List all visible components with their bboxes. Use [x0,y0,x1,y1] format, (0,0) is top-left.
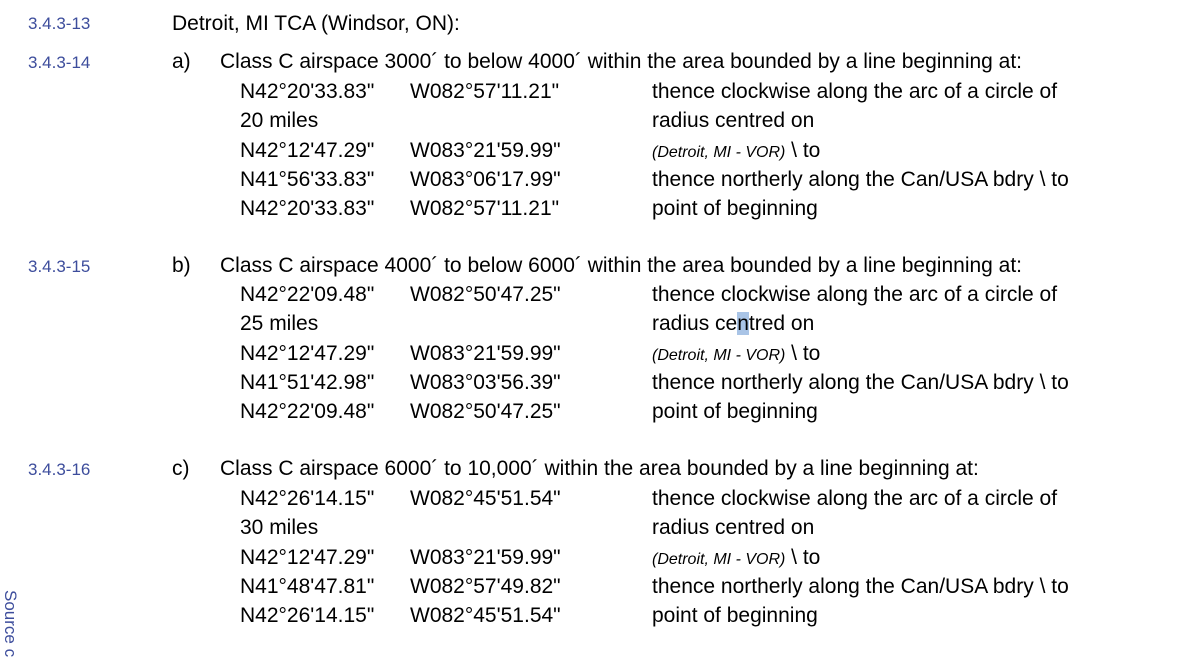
latitude[interactable]: N41°51'42.98" [240,370,374,396]
boundary-description[interactable]: point of beginning [652,196,818,222]
longitude[interactable]: W082°50'47.25" [410,399,561,425]
coordinate-row: N42°12'47.29" W083°21'59.99" (Detroit, M… [0,341,1188,370]
list-marker: a) [172,50,191,73]
desc-text: tred on [748,312,815,335]
coordinate-row: N42°22'09.48" W082°50'47.25" thence cloc… [0,282,1188,311]
longitude[interactable]: W082°45'51.54" [410,486,561,512]
longitude[interactable]: W082°50'47.25" [410,282,561,308]
latitude[interactable]: N42°22'09.48" [240,282,374,308]
airspace-title[interactable]: Class C airspace 4000´ to below 6000´ wi… [220,253,1022,279]
coordinate-row: N42°20'33.83" W082°57'11.21" point of be… [0,196,1188,225]
coordinate-row: 30 miles radius centred on [0,515,1188,544]
vor-reference: (Detroit, MI - VOR) [652,551,786,568]
longitude[interactable]: W082°45'51.54" [410,603,561,629]
section-number: 3.4.3-16 [28,460,91,479]
boundary-description[interactable]: point of beginning [652,603,818,629]
longitude[interactable]: W083°21'59.99" [410,545,561,571]
longitude[interactable]: W082°57'11.21" [410,196,559,222]
longitude[interactable]: W083°21'59.99" [410,138,561,164]
desc-text: radius ce [652,312,738,335]
boundary-description[interactable]: thence clockwise along the arc of a circ… [652,282,1057,308]
coordinate-row: N42°12'47.29" W083°21'59.99" (Detroit, M… [0,138,1188,167]
list-marker: b) [172,254,191,277]
boundary-description[interactable]: radius centred on [652,515,814,541]
airspace-title[interactable]: Class C airspace 6000´ to 10,000´ within… [220,456,979,482]
coordinate-row: 20 miles radius centred on [0,108,1188,137]
boundary-description[interactable]: thence clockwise along the arc of a circ… [652,486,1057,512]
coordinate-row: N41°48'47.81" W082°57'49.82" thence nort… [0,574,1188,603]
section-number: 3.4.3-14 [28,53,91,72]
coordinate-row: N41°56'33.83" W083°06'17.99" thence nort… [0,167,1188,196]
boundary-description[interactable]: thence northerly along the Can/USA bdry … [652,370,1069,396]
section-heading[interactable]: Detroit, MI TCA (Windsor, ON): [172,11,460,37]
longitude[interactable]: W083°03'56.39" [410,370,561,396]
latitude[interactable]: N42°20'33.83" [240,196,374,222]
coordinate-row: N41°51'42.98" W083°03'56.39" thence nort… [0,370,1188,399]
latitude[interactable]: N42°12'47.29" [240,138,374,164]
latitude[interactable]: N42°26'14.15" [240,486,374,512]
coordinate-row: N42°22'09.48" W082°50'47.25" point of be… [0,399,1188,428]
latitude[interactable]: N42°12'47.29" [240,545,374,571]
source-side-note: Source c [1,590,20,658]
latitude[interactable]: N42°20'33.83" [240,79,374,105]
longitude[interactable]: W082°57'49.82" [410,574,561,600]
latitude[interactable]: N42°12'47.29" [240,341,374,367]
boundary-description[interactable]: thence northerly along the Can/USA bdry … [652,167,1069,193]
vor-reference: (Detroit, MI - VOR) [652,347,786,364]
airspace-title[interactable]: Class C airspace 3000´ to below 4000´ wi… [220,49,1022,75]
coordinate-row: N42°26'14.15" W082°45'51.54" thence cloc… [0,486,1188,515]
text-selection-highlight: n [737,312,749,335]
radius[interactable]: 20 miles [240,108,318,134]
to-text: \ to [785,342,821,365]
boundary-description[interactable]: radius centred on [652,108,814,134]
radius[interactable]: 30 miles [240,515,318,541]
latitude[interactable]: N42°22'09.48" [240,399,374,425]
coordinate-row: N42°26'14.15" W082°45'51.54" point of be… [0,603,1188,632]
boundary-description[interactable]: radius centred on [652,311,814,337]
boundary-description[interactable]: (Detroit, MI - VOR) \ to [652,138,820,166]
latitude[interactable]: N42°26'14.15" [240,603,374,629]
longitude[interactable]: W083°06'17.99" [410,167,561,193]
vor-reference: (Detroit, MI - VOR) [652,144,786,161]
longitude[interactable]: W083°21'59.99" [410,341,561,367]
boundary-description[interactable]: (Detroit, MI - VOR) \ to [652,545,820,573]
boundary-description[interactable]: (Detroit, MI - VOR) \ to [652,341,820,369]
radius[interactable]: 25 miles [240,311,318,337]
section-number: 3.4.3-13 [28,14,91,33]
boundary-description[interactable]: thence clockwise along the arc of a circ… [652,79,1057,105]
document-page: 3.4.3-13 Detroit, MI TCA (Windsor, ON): … [0,0,1188,662]
to-text: \ to [785,546,821,569]
list-marker: c) [172,457,190,480]
latitude[interactable]: N41°56'33.83" [240,167,374,193]
latitude[interactable]: N41°48'47.81" [240,574,374,600]
boundary-description[interactable]: point of beginning [652,399,818,425]
coordinate-row: N42°20'33.83" W082°57'11.21" thence cloc… [0,79,1188,108]
to-text: \ to [785,139,821,162]
coordinate-row: N42°12'47.29" W083°21'59.99" (Detroit, M… [0,545,1188,574]
section-number: 3.4.3-15 [28,257,91,276]
boundary-description[interactable]: thence northerly along the Can/USA bdry … [652,574,1069,600]
coordinate-row: 25 miles radius centred on [0,311,1188,340]
longitude[interactable]: W082°57'11.21" [410,79,559,105]
